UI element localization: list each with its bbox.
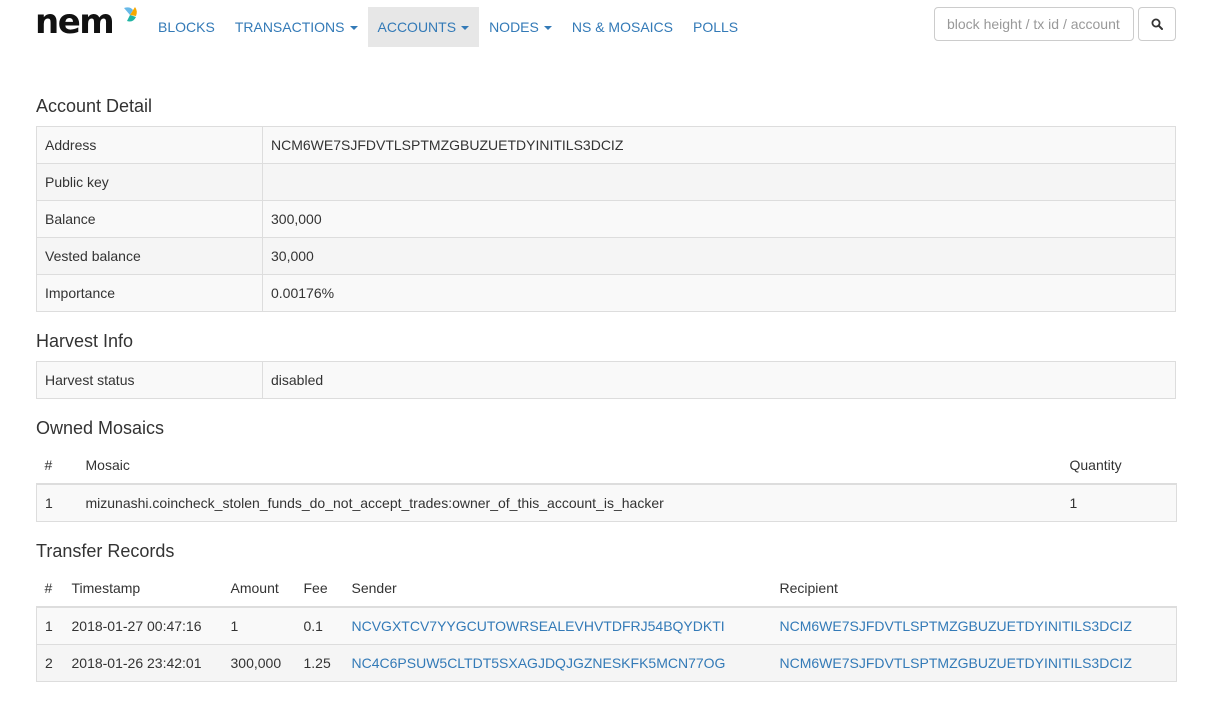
nav-nodes-label: NODES (489, 19, 539, 35)
col-timestamp-header: Timestamp (63, 570, 223, 608)
harvest-info-title: Harvest Info (36, 331, 134, 351)
sender-link[interactable]: NCVGXTCV7YYGCUTOWRSEALEVHVTDFRJ54BQYDKTI (352, 618, 725, 634)
nem-logo-mark-icon (124, 7, 137, 22)
table-header-row: # Mosaic Quantity (36, 447, 1177, 485)
balance-value: 300,000 (262, 200, 1176, 238)
nem-logo[interactable]: nem (35, 2, 139, 42)
nav-accounts[interactable]: ACCOUNTS (367, 7, 480, 47)
transfer-amount: 300,000 (222, 643, 296, 682)
nav-blocks[interactable]: BLOCKS (148, 7, 225, 47)
col-sender-header: Sender (343, 570, 772, 608)
transfer-records-table: # Timestamp Amount Fee Sender Recipient … (36, 570, 1177, 682)
account-detail-table: Address NCM6WE7SJFDVTLSPTMZGBUZUETDYINIT… (36, 126, 1176, 312)
nav-polls-label: POLLS (693, 19, 739, 35)
caret-down-icon (349, 26, 358, 31)
mosaic-num: 1 (36, 483, 78, 522)
transfer-fee: 0.1 (295, 606, 344, 645)
transfer-timestamp: 2018-01-27 00:47:16 (63, 606, 223, 645)
nav-ns-mosaics-label: NS & MOSAICS (571, 19, 673, 35)
logo-text: nem (35, 2, 115, 42)
transfer-fee: 1.25 (295, 643, 344, 682)
table-header-row: # Timestamp Amount Fee Sender Recipient (36, 570, 1177, 608)
owned-mosaics-table: # Mosaic Quantity 1 mizunashi.coincheck_… (36, 447, 1177, 522)
vested-balance-value: 30,000 (262, 237, 1176, 275)
col-num-header: # (36, 447, 78, 485)
transfer-sender-cell: NCVGXTCV7YYGCUTOWRSEALEVHVTDFRJ54BQYDKTI (343, 606, 772, 645)
col-amount-header: Amount (222, 570, 296, 608)
harvest-info-table: Harvest status disabled (36, 361, 1176, 399)
table-row: Public key (36, 163, 1176, 201)
public-key-value (262, 163, 1176, 201)
address-value: NCM6WE7SJFDVTLSPTMZGBUZUETDYINITILS3DCIZ (262, 126, 1176, 164)
search-button[interactable] (1138, 7, 1176, 41)
col-recipient-header: Recipient (771, 570, 1177, 608)
search-input[interactable] (934, 7, 1134, 41)
harvest-status-value: disabled (262, 361, 1176, 399)
transfer-timestamp: 2018-01-26 23:42:01 (63, 643, 223, 682)
recipient-link[interactable]: NCM6WE7SJFDVTLSPTMZGBUZUETDYINITILS3DCIZ (780, 655, 1132, 671)
col-quantity-header: Quantity (1061, 447, 1177, 485)
owned-mosaics-title: Owned Mosaics (36, 418, 165, 438)
nav-blocks-label: BLOCKS (158, 19, 215, 35)
caret-down-icon (543, 26, 552, 31)
account-detail-title: Account Detail (36, 96, 153, 116)
sender-link[interactable]: NC4C6PSUW5CLTDT5SXAGJDQJGZNESKFK5MCN77OG (352, 655, 726, 671)
table-row: Vested balance 30,000 (36, 237, 1176, 275)
harvest-status-label: Harvest status (36, 361, 263, 399)
table-row: Balance 300,000 (36, 200, 1176, 238)
address-label: Address (36, 126, 263, 164)
col-mosaic-header: Mosaic (77, 447, 1062, 485)
col-num-header: # (36, 570, 64, 608)
nav-accounts-label: ACCOUNTS (377, 19, 457, 35)
search-icon (1151, 18, 1163, 30)
importance-value: 0.00176% (262, 274, 1176, 312)
balance-label: Balance (36, 200, 263, 238)
table-row: Address NCM6WE7SJFDVTLSPTMZGBUZUETDYINIT… (36, 126, 1176, 164)
transfer-recipient-cell: NCM6WE7SJFDVTLSPTMZGBUZUETDYINITILS3DCIZ (771, 606, 1177, 645)
mosaic-name: mizunashi.coincheck_stolen_funds_do_not_… (77, 483, 1062, 522)
nav-ns-mosaics[interactable]: NS & MOSAICS (562, 7, 683, 47)
table-row: 1 2018-01-27 00:47:16 1 0.1 NCVGXTCV7YYG… (36, 606, 1177, 645)
transfer-num: 1 (36, 606, 64, 645)
col-fee-header: Fee (295, 570, 344, 608)
transfer-amount: 1 (222, 606, 296, 645)
nav-transactions[interactable]: TRANSACTIONS (225, 7, 368, 47)
table-row: Importance 0.00176% (36, 274, 1176, 312)
transfer-num: 2 (36, 643, 64, 682)
transfer-records-title: Transfer Records (36, 541, 175, 561)
transfer-sender-cell: NC4C6PSUW5CLTDT5SXAGJDQJGZNESKFK5MCN77OG (343, 643, 772, 682)
mosaic-quantity: 1 (1061, 483, 1177, 522)
vested-balance-label: Vested balance (36, 237, 263, 275)
table-row: 2 2018-01-26 23:42:01 300,000 1.25 NC4C6… (36, 643, 1177, 682)
top-navbar: nem BLOCKS TRANSACTIONS ACCOUNTS NODES N… (0, 0, 1209, 54)
importance-label: Importance (36, 274, 263, 312)
nav-nodes[interactable]: NODES (479, 7, 562, 47)
public-key-label: Public key (36, 163, 263, 201)
main-nav: BLOCKS TRANSACTIONS ACCOUNTS NODES NS & … (148, 7, 748, 47)
table-row: 1 mizunashi.coincheck_stolen_funds_do_no… (36, 483, 1177, 522)
transfer-recipient-cell: NCM6WE7SJFDVTLSPTMZGBUZUETDYINITILS3DCIZ (771, 643, 1177, 682)
nav-transactions-label: TRANSACTIONS (234, 19, 345, 35)
caret-down-icon (461, 26, 470, 31)
nav-polls[interactable]: POLLS (683, 7, 748, 47)
table-row: Harvest status disabled (36, 361, 1176, 399)
recipient-link[interactable]: NCM6WE7SJFDVTLSPTMZGBUZUETDYINITILS3DCIZ (780, 618, 1132, 634)
